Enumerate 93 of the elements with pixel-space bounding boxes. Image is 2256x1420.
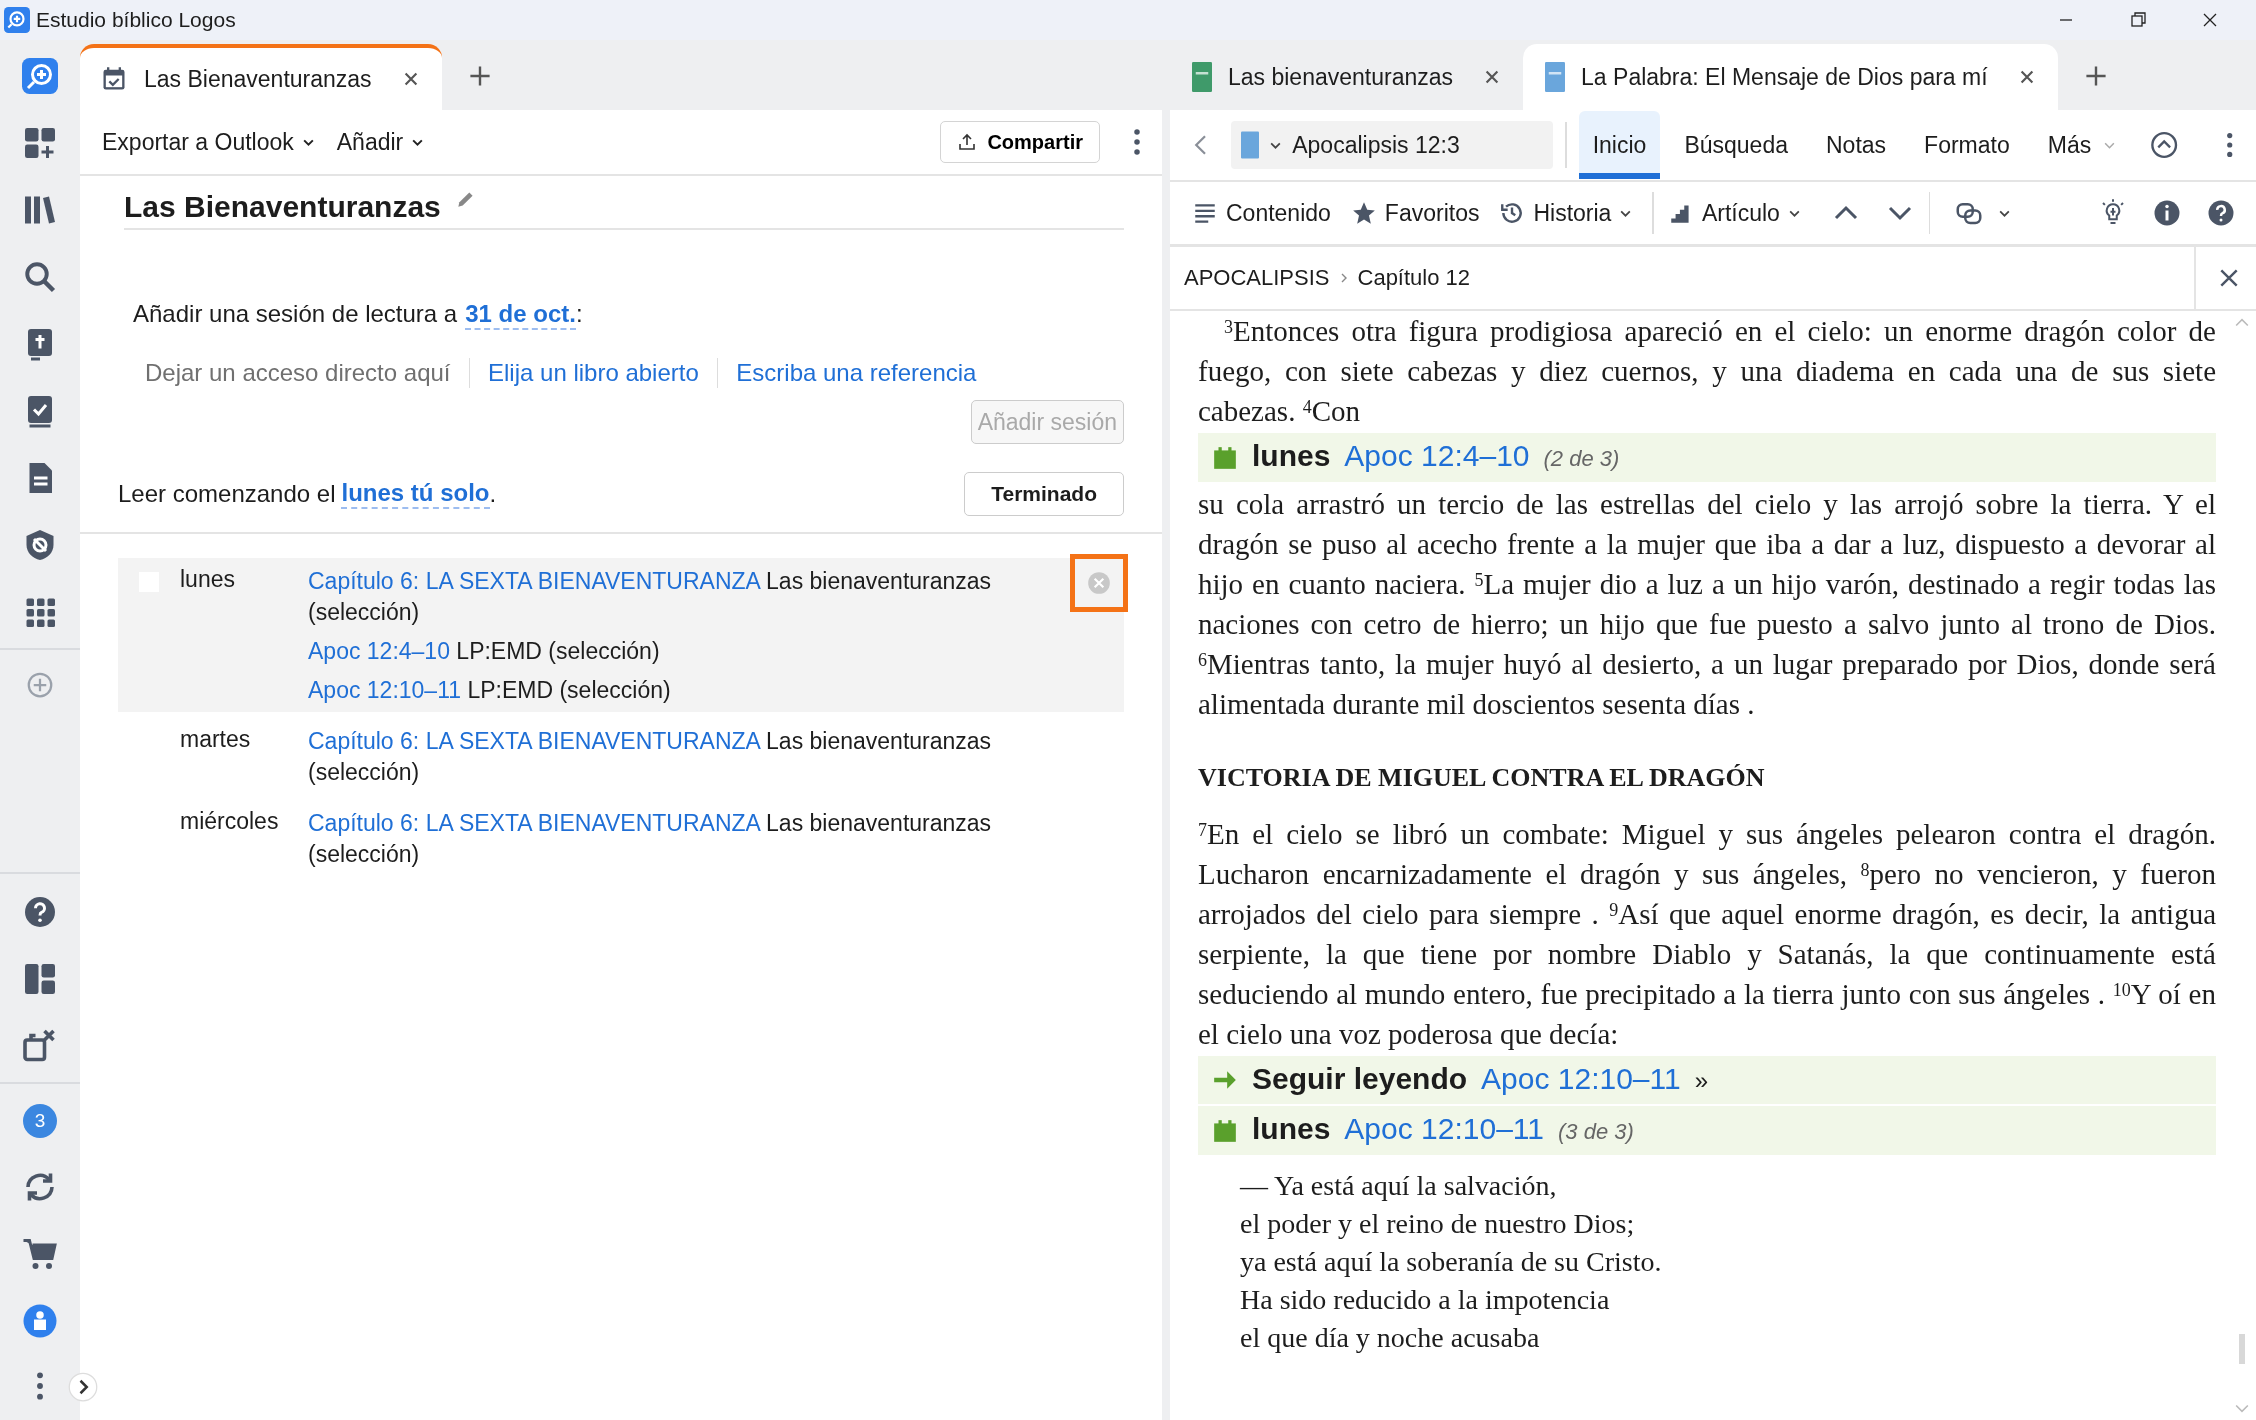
- toolbar-button[interactable]: Historia: [1499, 199, 1633, 227]
- plan-title: Las Bienaventuranzas: [124, 190, 441, 224]
- info-icon[interactable]: [2152, 198, 2182, 228]
- reading-link[interactable]: Apoc 12:4–10: [1344, 435, 1530, 477]
- collapse-icon[interactable]: [2150, 130, 2179, 160]
- reference-field[interactable]: Apocalipsis 12:3: [1231, 121, 1554, 169]
- close-windows-icon[interactable]: [22, 1028, 58, 1064]
- notification-badge[interactable]: 3: [23, 1104, 57, 1138]
- schedule-row[interactable]: martes Capítulo 6: LA SEXTA BIENAVENTURANZA Las bienaventuranzas (selección): [118, 718, 1124, 794]
- panel-tab[interactable]: Las Bienaventuranzas: [80, 44, 442, 110]
- star-icon: [1350, 200, 1377, 226]
- back-icon[interactable]: [1194, 133, 1208, 157]
- ribbon-tab[interactable]: Más: [2033, 111, 2131, 179]
- start-day-link[interactable]: lunes tú solo: [341, 479, 490, 509]
- part-count: (2 de 3): [1543, 445, 1620, 473]
- toolbar-button[interactable]: Contenido: [1192, 199, 1331, 227]
- book-cover-icon: [1241, 131, 1260, 159]
- done-button[interactable]: Terminado: [964, 472, 1124, 516]
- scrollbar-thumb[interactable]: [2239, 1334, 2245, 1364]
- window-title: Estudio bíblico Logos: [36, 8, 236, 32]
- reading-entry: Apoc 12:4–10 LP:EMD (selección): [308, 637, 661, 666]
- bible-text-paragraph: $^{7}$En el cielo se libró un combate: Miguel y sus ángeles pelearon contra el dragón. Lucharon encarnizadamente el dragón y sus ángeles, $^{8}$pero no vencieron, y fueron arrojados del cielo para siempre . $^{9}$Así que aquel enorme dragón, es decir, la antigua serpiente, la que tiene por nombre Diablo y Satanás, la que continuamente está seduciendo al mundo entero, fue precipitado a la tierra junto con sus ángeles . $^{10}$Y oí en el cielo una voz poderosa que decía:: [1198, 817, 2216, 1052]
- calendar-icon: [1212, 444, 1238, 471]
- close-circle-icon: [1086, 570, 1112, 596]
- bible-text-paragraph: $^{3}$Entonces otra figura prodigiosa apareció en el cielo: un enorme dragón color de fuego, con siete cabezas y diez cuernos, y una diadema en cada una de sus siete cabezas. $^{4}$Con: [1198, 314, 2216, 429]
- reading-day: lunes: [1252, 435, 1331, 477]
- dashboard-add-icon[interactable]: [22, 125, 58, 161]
- reading-entry: Capítulo 6: LA SEXTA BIENAVENTURANZA Las bienaventuranzas (selección): [308, 727, 993, 787]
- reading-day: lunes: [1252, 1108, 1331, 1150]
- continue-mark[interactable]: »: [1694, 1060, 1709, 1102]
- reading-link[interactable]: Capítulo 6: LA SEXTA BIENAVENTURANZA: [308, 728, 760, 754]
- poetry-line: el que día y noche acusaba: [1240, 1321, 1541, 1355]
- more-icon[interactable]: [34, 1370, 46, 1402]
- ribbon-tab[interactable]: Inicio: [1578, 111, 1661, 179]
- colon-text: :: [575, 300, 583, 329]
- upload-icon: [957, 132, 978, 152]
- date-link[interactable]: 31 de oct.: [465, 300, 576, 330]
- reading-link[interactable]: Capítulo 6: LA SEXTA BIENAVENTURANZA: [308, 810, 760, 836]
- share-button[interactable]: Compartir: [940, 121, 1100, 163]
- part-count: (3 de 3): [1558, 1118, 1634, 1146]
- remove-button[interactable]: [1070, 554, 1128, 612]
- reading-link[interactable]: Apoc 12:4–10: [308, 638, 450, 664]
- more-options-icon[interactable]: [2224, 130, 2234, 160]
- dropdown-menu[interactable]: Añadir: [336, 128, 425, 156]
- restore-icon[interactable]: [2128, 10, 2148, 30]
- search-bible-icon[interactable]: [22, 58, 58, 94]
- add-tab-icon[interactable]: [2083, 64, 2108, 88]
- breadcrumb-item[interactable]: Capítulo 12: [1357, 265, 1471, 291]
- reading-entry: Capítulo 6: LA SEXTA BIENAVENTURANZA Las bienaventuranzas (selección): [308, 809, 993, 869]
- expand-icon[interactable]: [68, 1372, 98, 1402]
- start-label: Leer comenzando el: [118, 480, 336, 508]
- day-label: martes: [180, 726, 252, 754]
- ribbon-tab[interactable]: Búsqueda: [1670, 111, 1802, 179]
- day-label: miércoles: [180, 808, 280, 836]
- reading-link[interactable]: Apoc 12:10–11: [1344, 1108, 1544, 1150]
- panel-tab[interactable]: La Palabra: El Mensaje de Dios para mí: [1523, 44, 2058, 110]
- account-icon[interactable]: [22, 1303, 58, 1339]
- reading-link[interactable]: Apoc 12:10–11: [308, 677, 462, 703]
- calendar-icon: [1212, 1117, 1238, 1144]
- toolbar-button[interactable]: Favoritos: [1350, 199, 1480, 227]
- dropdown-menu[interactable]: Exportar a Outlook: [102, 128, 315, 156]
- app-logo-icon: [4, 7, 30, 33]
- bible-text-paragraph: su cola arrastró un tercio de las estrellas del cielo y las arrojó sobre la tierra. Y el dragón se puso al acecho frente a la mujer que iba a dar a luz, dispuesto a devorar al hijo en cuanto naciera. $^{5}$La mujer dio a luz a un hijo varón, destinado a regir todas las naciones con cetro de hierro; un hijo que fue puesto a salvo junto al trono de Dios. $^{6}$Mientras tanto, la mujer huyó al desierto, a un lugar preparado por Dios, donde será alimentada durante mil doscientos sesenta días .: [1198, 487, 2216, 722]
- help-icon[interactable]: [2206, 198, 2236, 228]
- poetry-line: el poder y el reino de nuestro Dios;: [1240, 1207, 1636, 1241]
- poetry-line: Ha sido reducido a la impotencia: [1240, 1283, 1611, 1317]
- reading-link[interactable]: Capítulo 6: LA SEXTA BIENAVENTURANZA: [308, 568, 760, 594]
- breadcrumb-separator-icon: [1339, 272, 1348, 284]
- day-label: lunes: [180, 566, 236, 594]
- add-session-label: Añadir una sesión de lectura a: [133, 300, 458, 329]
- toolbar-button[interactable]: Artículo: [1667, 199, 1801, 227]
- layout-icon[interactable]: [22, 961, 58, 997]
- period-text: .: [489, 480, 497, 508]
- search-icon[interactable]: [22, 259, 58, 295]
- drop-hint: Dejar un acceso directo aquí: [145, 359, 451, 387]
- add-tab-icon[interactable]: [467, 64, 492, 88]
- continue-label: Seguir leyendo: [1252, 1061, 1468, 1097]
- option-link[interactable]: Elija un libro abierto: [488, 359, 699, 387]
- poetry-line: — Ya está aquí la salvación,: [1240, 1169, 1558, 1203]
- poetry-line: ya está aquí la soberanía de su Cristo.: [1240, 1245, 1663, 1279]
- ribbon-tab[interactable]: Formato: [1910, 111, 2024, 179]
- option-link[interactable]: Escriba una referencia: [736, 359, 977, 387]
- ribbon-tab[interactable]: Notas: [1812, 111, 1901, 179]
- panel-tab[interactable]: Las bienaventuranzas: [1170, 44, 1524, 110]
- section-heading: VICTORIA DE MIGUEL CONTRA EL DRAGÓN: [1198, 762, 1766, 794]
- schedule-row[interactable]: miércoles Capítulo 6: LA SEXTA BIENAVENTURANZA Las bienaventuranzas (selección): [118, 800, 1124, 876]
- reading-entry: Capítulo 6: LA SEXTA BIENAVENTURANZA Las bienaventuranzas (selección): [308, 567, 993, 627]
- reading-link[interactable]: Apoc 12:10–11: [1481, 1058, 1681, 1100]
- help-icon[interactable]: [22, 894, 58, 930]
- reading-entry: Apoc 12:10–11 LP:EMD (selección): [308, 676, 672, 705]
- breadcrumb-item[interactable]: APOCALIPSIS: [1184, 265, 1330, 291]
- more-options-icon[interactable]: [1132, 127, 1142, 157]
- cart-icon[interactable]: [22, 1236, 58, 1272]
